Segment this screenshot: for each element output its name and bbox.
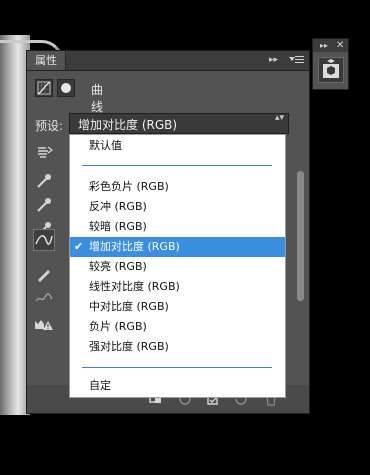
dropdown-item-label: 负片 (RGB) (89, 320, 147, 333)
preset-dropdown-menu: 默认值 彩色负片 (RGB) 反冲 (RGB) 较暗 (RGB) ✔ 增加对比度… (69, 134, 286, 398)
select-arrows-icon: ▴▾ (275, 113, 285, 123)
dropdown-item-label: 增加对比度 (RGB) (89, 240, 180, 253)
dropdown-item-default[interactable]: 默认值 (70, 136, 285, 156)
dropdown-item[interactable]: 反冲 (RGB) (70, 197, 285, 217)
dropdown-item[interactable]: 彩色负片 (RGB) (70, 177, 285, 197)
layer-mask-icon[interactable] (57, 79, 75, 97)
properties-panel-button[interactable] (318, 57, 344, 83)
dropdown-item-label: 线性对比度 (RGB) (89, 280, 180, 293)
panel-menu-icon[interactable] (289, 54, 305, 66)
scrollbar-thumb[interactable] (297, 171, 304, 301)
checkmark-icon: ✔ (74, 240, 84, 253)
eyedropper-black-icon[interactable] (33, 169, 55, 191)
dropdown-item[interactable]: 中对比度 (RGB) (70, 297, 285, 317)
tab-properties[interactable]: 属性 (27, 51, 66, 70)
preset-label: 预设: (35, 119, 64, 133)
dropdown-item-label: 反冲 (RGB) (89, 200, 147, 213)
panel-tab-bar: 属性 ▸▸ (27, 51, 309, 71)
dock-tab-bar: ▸▸ ✕ (313, 39, 348, 52)
preset-select-value: 增加对比度 (RGB) (78, 118, 178, 132)
dropdown-item[interactable]: 强对比度 (RGB) (70, 337, 285, 357)
dropdown-item-label: 自定 (89, 379, 111, 392)
dropdown-item-label: 中对比度 (RGB) (89, 300, 169, 313)
menu-separator (82, 165, 272, 166)
dropdown-item-label: 彩色负片 (RGB) (89, 180, 169, 193)
dropdown-item-label: 较亮 (RGB) (89, 260, 147, 273)
preset-select[interactable]: 增加对比度 (RGB) ▴▾ (69, 113, 289, 134)
close-icon[interactable]: ✕ (336, 39, 344, 52)
dropdown-item[interactable]: 较暗 (RGB) (70, 217, 285, 237)
dropdown-item-selected[interactable]: ✔ 增加对比度 (RGB) (70, 237, 285, 257)
dropdown-item[interactable]: 负片 (RGB) (70, 317, 285, 337)
curve-edit-icon[interactable] (33, 229, 55, 251)
pencil-icon[interactable] (33, 263, 55, 285)
adjustment-title: 曲线 (91, 83, 104, 114)
clipping-warning-icon[interactable] (33, 313, 55, 335)
eyedropper-gray-icon[interactable] (33, 193, 55, 215)
dropdown-item[interactable]: 较亮 (RGB) (70, 257, 285, 277)
menu-separator (82, 367, 272, 368)
collapse-icon[interactable]: ▸▸ (269, 51, 278, 70)
dropdown-item-label: 较暗 (RGB) (89, 220, 147, 233)
dropdown-item[interactable]: 线性对比度 (RGB) (70, 277, 285, 297)
on-image-adjust-icon[interactable] (33, 141, 55, 163)
expand-icon[interactable]: ▸▸ (320, 39, 328, 52)
smooth-icon[interactable] (33, 287, 55, 309)
dropdown-item-label: 默认值 (89, 139, 122, 152)
dropdown-item-label: 强对比度 (RGB) (89, 340, 169, 353)
dropdown-item-custom[interactable]: 自定 (70, 376, 285, 396)
collapsed-panel-dock: ▸▸ ✕ (312, 38, 349, 90)
curves-adjustment-icon[interactable] (35, 79, 53, 97)
